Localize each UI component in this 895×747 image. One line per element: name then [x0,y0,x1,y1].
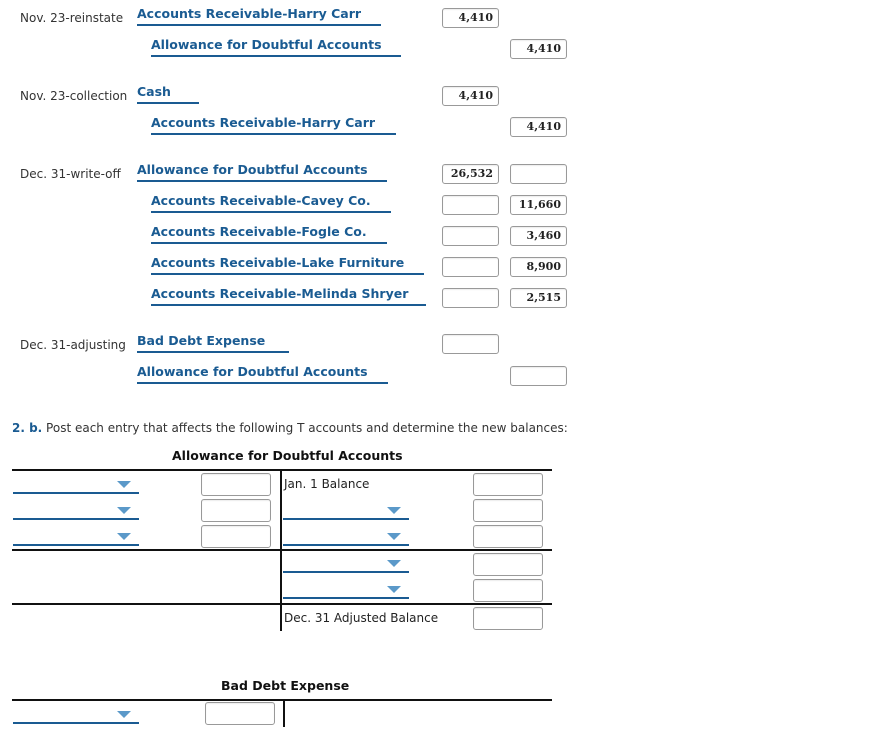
credit-input[interactable]: 11,660 [510,195,567,215]
debit-input[interactable]: 26,532 [442,164,499,184]
t-account-total-line [12,603,552,605]
entry-date-nov23-reinstate: Nov. 23-reinstate [20,11,124,25]
credit-input[interactable] [510,164,567,184]
debit-input[interactable]: 4,410 [442,8,499,28]
account-select[interactable]: Accounts Receivable-Cavey Co. [151,193,391,213]
credit-input[interactable]: 4,410 [510,117,567,137]
dec31-adjusted-balance-label: Dec. 31 Adjusted Balance [284,611,439,625]
dropdown-arrow-icon [117,481,131,488]
left-account-select[interactable] [13,706,139,724]
ending-balance-input[interactable] [473,607,543,630]
debit-input[interactable] [442,257,499,277]
left-account-select[interactable] [13,528,139,546]
left-amount-input[interactable] [201,473,271,496]
credit-input[interactable]: 8,900 [510,257,567,277]
entry-date-dec31-write-off: Dec. 31-write-off [20,167,121,181]
dropdown-arrow-icon [117,711,131,718]
right-account-select[interactable] [283,502,409,520]
jan1-balance-label: Jan. 1 Balance [284,477,370,491]
instruction-text: 2. b. Post each entry that affects the f… [12,421,568,435]
credit-input[interactable]: 3,460 [510,226,567,246]
account-select[interactable]: Cash [137,84,199,104]
left-account-select[interactable] [13,476,139,494]
dropdown-arrow-icon [117,533,131,540]
account-select[interactable]: Allowance for Doubtful Accounts [137,162,387,182]
debit-input[interactable] [442,288,499,308]
left-amount-input[interactable] [201,499,271,522]
right-amount-input[interactable] [473,553,543,576]
debit-input[interactable] [442,195,499,215]
dropdown-arrow-icon [387,586,401,593]
entry-date-dec31-adjusting: Dec. 31-adjusting [20,338,126,352]
debit-input[interactable] [442,226,499,246]
account-select[interactable]: Accounts Receivable-Melinda Shryer [151,286,426,306]
right-amount-input[interactable] [473,473,543,496]
dropdown-arrow-icon [117,507,131,514]
left-amount-input[interactable] [201,525,271,548]
account-select[interactable]: Accounts Receivable-Harry Carr [137,6,381,26]
t-account-title-allowance: Allowance for Doubtful Accounts [172,448,403,463]
dropdown-arrow-icon [387,560,401,567]
left-amount-input[interactable] [205,702,275,725]
account-select[interactable]: Bad Debt Expense [137,333,289,353]
debit-input[interactable]: 4,410 [442,86,499,106]
debit-input[interactable] [442,334,499,354]
t-account-top-line [12,699,552,701]
dropdown-arrow-icon [387,507,401,514]
right-account-select[interactable] [283,581,409,599]
dropdown-arrow-icon [387,533,401,540]
t-account-title-bad-debt: Bad Debt Expense [221,678,350,693]
t-account-top-line [12,469,552,471]
credit-input[interactable]: 2,515 [510,288,567,308]
t-account-subtotal-line [12,549,552,551]
entry-date-nov23-collection: Nov. 23-collection [20,89,128,103]
account-select[interactable]: Allowance for Doubtful Accounts [151,37,401,57]
account-select[interactable]: Accounts Receivable-Fogle Co. [151,224,387,244]
credit-input[interactable] [510,366,567,386]
t-account-center-line [283,700,285,727]
account-select[interactable]: Allowance for Doubtful Accounts [137,364,388,384]
instruction-body: Post each entry that affects the followi… [42,421,568,435]
credit-input[interactable]: 4,410 [510,39,567,59]
right-amount-input[interactable] [473,499,543,522]
left-account-select[interactable] [13,502,139,520]
right-account-select[interactable] [283,528,409,546]
right-amount-input[interactable] [473,525,543,548]
right-account-select[interactable] [283,555,409,573]
account-select[interactable]: Accounts Receivable-Lake Furniture [151,255,424,275]
instruction-prefix: 2. b. [12,421,43,435]
right-amount-input[interactable] [473,579,543,602]
account-select[interactable]: Accounts Receivable-Harry Carr [151,115,396,135]
